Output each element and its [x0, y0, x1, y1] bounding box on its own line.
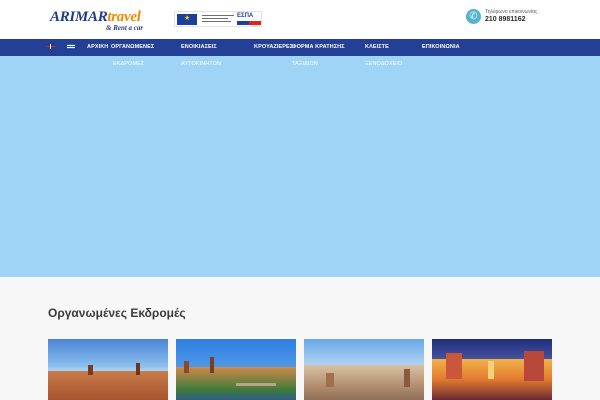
logo-tagline: & Rent a car — [106, 24, 144, 32]
site-header: ARIMARtravel & Rent a car ★ ΕΣΠΑ ✆ Τηλέφ… — [0, 0, 600, 39]
nav-item-organized-tours-line2[interactable]: ΕΚΔΡΟΜΕΣ — [113, 61, 144, 67]
nav-item-car-rental-line2[interactable]: ΑΥΤΟΚΙΝΗΤΩΝ — [181, 61, 221, 67]
tour-card[interactable] — [176, 339, 296, 400]
nav-item-organized-tours[interactable]: ΟΡΓΑΝΩΜΕΝΕΣ — [111, 44, 154, 50]
eu-funding-badge: ★ ΕΣΠΑ — [174, 11, 262, 27]
nav-item-booking-form-line2[interactable]: ΤΑΞΙΔΙΩΝ — [292, 61, 318, 67]
tour-card[interactable] — [304, 339, 424, 400]
contact-phone[interactable]: 210 8981162 — [485, 16, 526, 23]
hero-banner — [0, 56, 600, 277]
nav-item-cruises[interactable]: ΚΡΟΥΑΖΙΕΡΕΣ — [254, 44, 293, 50]
nav-item-contact[interactable]: ΕΠΙΚΟΙΝΩΝΙΑ — [422, 44, 460, 50]
nav-item-book-hotel-line2[interactable]: ΞΕΝΟΔΟΧΕΙΟ — [365, 61, 402, 67]
espa-logo: ΕΣΠΑ — [237, 13, 261, 26]
tour-card[interactable] — [48, 339, 168, 400]
eu-flag-icon: ★ — [177, 14, 197, 25]
contact-label: Τηλέφωνο επικοινωνίας — [485, 9, 538, 15]
flag-uk-icon[interactable] — [47, 44, 55, 49]
eu-badge-text — [202, 15, 234, 23]
site-logo[interactable]: ARIMARtravel & Rent a car — [50, 9, 150, 33]
nav-item-booking-form[interactable]: ΦΟΡΜΑ ΚΡΑΤΗΣΗΣ — [292, 44, 345, 50]
phone-icon[interactable]: ✆ — [466, 9, 481, 24]
section-title: Οργανωμένες Εκδρομές — [48, 306, 186, 320]
nav-item-book-hotel[interactable]: ΚΛΕΙΣΤΕ — [365, 44, 389, 50]
nav-item-car-rental[interactable]: ΕΝΟΙΚΙΑΣΕΙΣ — [181, 44, 217, 50]
flag-greece-icon[interactable] — [67, 44, 75, 49]
tour-card[interactable] — [432, 339, 552, 400]
nav-item-home[interactable]: ΑΡΧΙΚΗ — [87, 44, 108, 50]
